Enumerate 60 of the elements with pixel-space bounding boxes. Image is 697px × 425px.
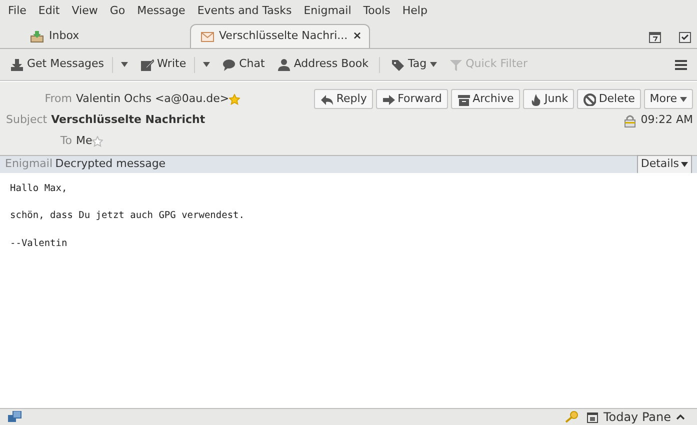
menu-item[interactable]: Go [104,2,132,20]
field-label: From [44,90,73,107]
enigmail-label: Enigmail [5,156,53,172]
field-label: Subject [6,112,48,128]
reply-icon [320,92,334,106]
menu-item[interactable]: Help [396,2,434,20]
caret-icon [680,96,687,102]
close-button[interactable]: × [352,28,362,45]
inbox-icon [30,30,44,42]
toolbar-button[interactable]: Tag [387,54,441,75]
action-button[interactable]: Delete [576,88,641,110]
body-text: --Valentin [10,236,68,250]
action-button[interactable]: Reply [314,88,373,110]
details-button[interactable]: Details [636,155,692,174]
body-text: schön, dass Du jetzt auch GPG verwendest. [10,209,246,224]
action-button[interactable]: Junk [522,88,574,110]
menu-item[interactable]: Enigmail [298,2,358,20]
download-icon [10,58,24,72]
prohibited-icon [582,92,596,106]
task-icon [679,31,691,43]
chevron-up-icon [676,414,685,420]
status-message: Decrypted message [55,156,166,172]
menu-icon [675,60,687,70]
menu-item[interactable]: Tools [357,2,396,20]
menu-item[interactable]: File [2,2,32,20]
calendar-icon [587,411,598,423]
subject-text: Verschlüsselte Nachricht [51,112,206,128]
filter-icon [448,58,463,72]
menu-item[interactable]: View [66,2,104,20]
sender-name[interactable]: Valentin Ochs <a@0au.de> [76,90,230,108]
body-text: Hallo Max, [10,182,68,196]
caret-icon [121,62,128,67]
toolbar-button[interactable]: Chat [218,54,269,75]
today-pane-button[interactable]: Today Pane [583,406,689,425]
toolbar-button[interactable]: Address Book [272,54,372,75]
tab[interactable]: Verschlüsselte Nachri... × [190,24,370,48]
action-button[interactable]: More [644,88,693,110]
chat-icon [222,58,236,72]
recipient-name[interactable]: Me [76,133,92,150]
menu-item[interactable]: Events and Tasks [191,2,298,20]
forward-icon [382,92,395,106]
key-icon [564,411,578,423]
network-icon [8,411,22,423]
calendar-icon [649,31,661,43]
menu-item[interactable]: Edit [32,2,66,20]
menu-item[interactable]: Message [131,2,192,20]
person-icon [276,58,291,72]
toolbar-button[interactable]: Write [136,54,190,75]
action-button[interactable]: Archive [450,88,520,110]
message-time: 09:22 AM [640,112,693,128]
caret-icon [681,162,688,167]
action-button[interactable]: Forward [376,88,448,110]
toolbar-button[interactable]: Get Messages [6,54,108,75]
field-label: To [59,133,73,150]
envelope-icon [201,32,214,42]
archive-icon [456,92,470,106]
tab[interactable]: Inbox [20,24,190,48]
pencil-icon [140,58,154,72]
tag-icon [391,58,405,72]
caret-icon [203,62,210,67]
